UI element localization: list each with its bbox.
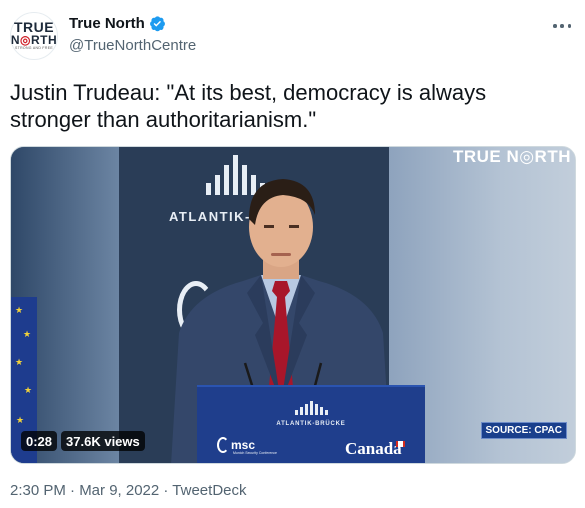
tweet-text: Justin Trudeau: "At its best, democracy … (10, 80, 487, 132)
author-name-row: True North (69, 15, 166, 32)
podium-canada-wordmark: Canada (345, 439, 402, 458)
author-handle[interactable]: @TrueNorthCentre (69, 37, 196, 54)
video-overlay-badges: 0:28 37.6K views (21, 431, 145, 451)
video-player[interactable]: ★ ★ ★ ★ ★ ATLANTIK-B TRUE N◎RTH ATLANTIK… (10, 146, 576, 464)
msc-ring-icon (217, 437, 229, 453)
verified-badge-icon (149, 16, 165, 32)
more-options-icon[interactable] (553, 17, 571, 35)
video-view-count: 37.6K views (61, 431, 145, 451)
avatar-logo-line2: N◎RTH (10, 33, 58, 47)
video-watermark: TRUE N◎RTH (452, 147, 571, 166)
display-name[interactable]: True North (69, 15, 145, 32)
video-source-label: SOURCE: CPAC (480, 422, 567, 439)
podium: ATLANTIK-BRÜCKE msc Munich Security Conf… (197, 385, 425, 463)
avatar-logo-tagline: STRONG AND FREE (15, 46, 53, 50)
tweet-card: TRUE N◎RTH STRONG AND FREE True North @T… (0, 0, 585, 508)
canada-flag-icon (396, 441, 405, 447)
avatar[interactable]: TRUE N◎RTH STRONG AND FREE (10, 12, 58, 60)
video-duration: 0:28 (21, 431, 58, 451)
podium-msc-subtitle: Munich Security Conference (233, 451, 277, 455)
podium-sign-text: ATLANTIK-BRÜCKE (276, 421, 346, 427)
tweet-timestamp[interactable]: 2:30 PM · Mar 9, 2022 · TweetDeck (10, 482, 247, 499)
podium-logo-icon (295, 401, 328, 415)
